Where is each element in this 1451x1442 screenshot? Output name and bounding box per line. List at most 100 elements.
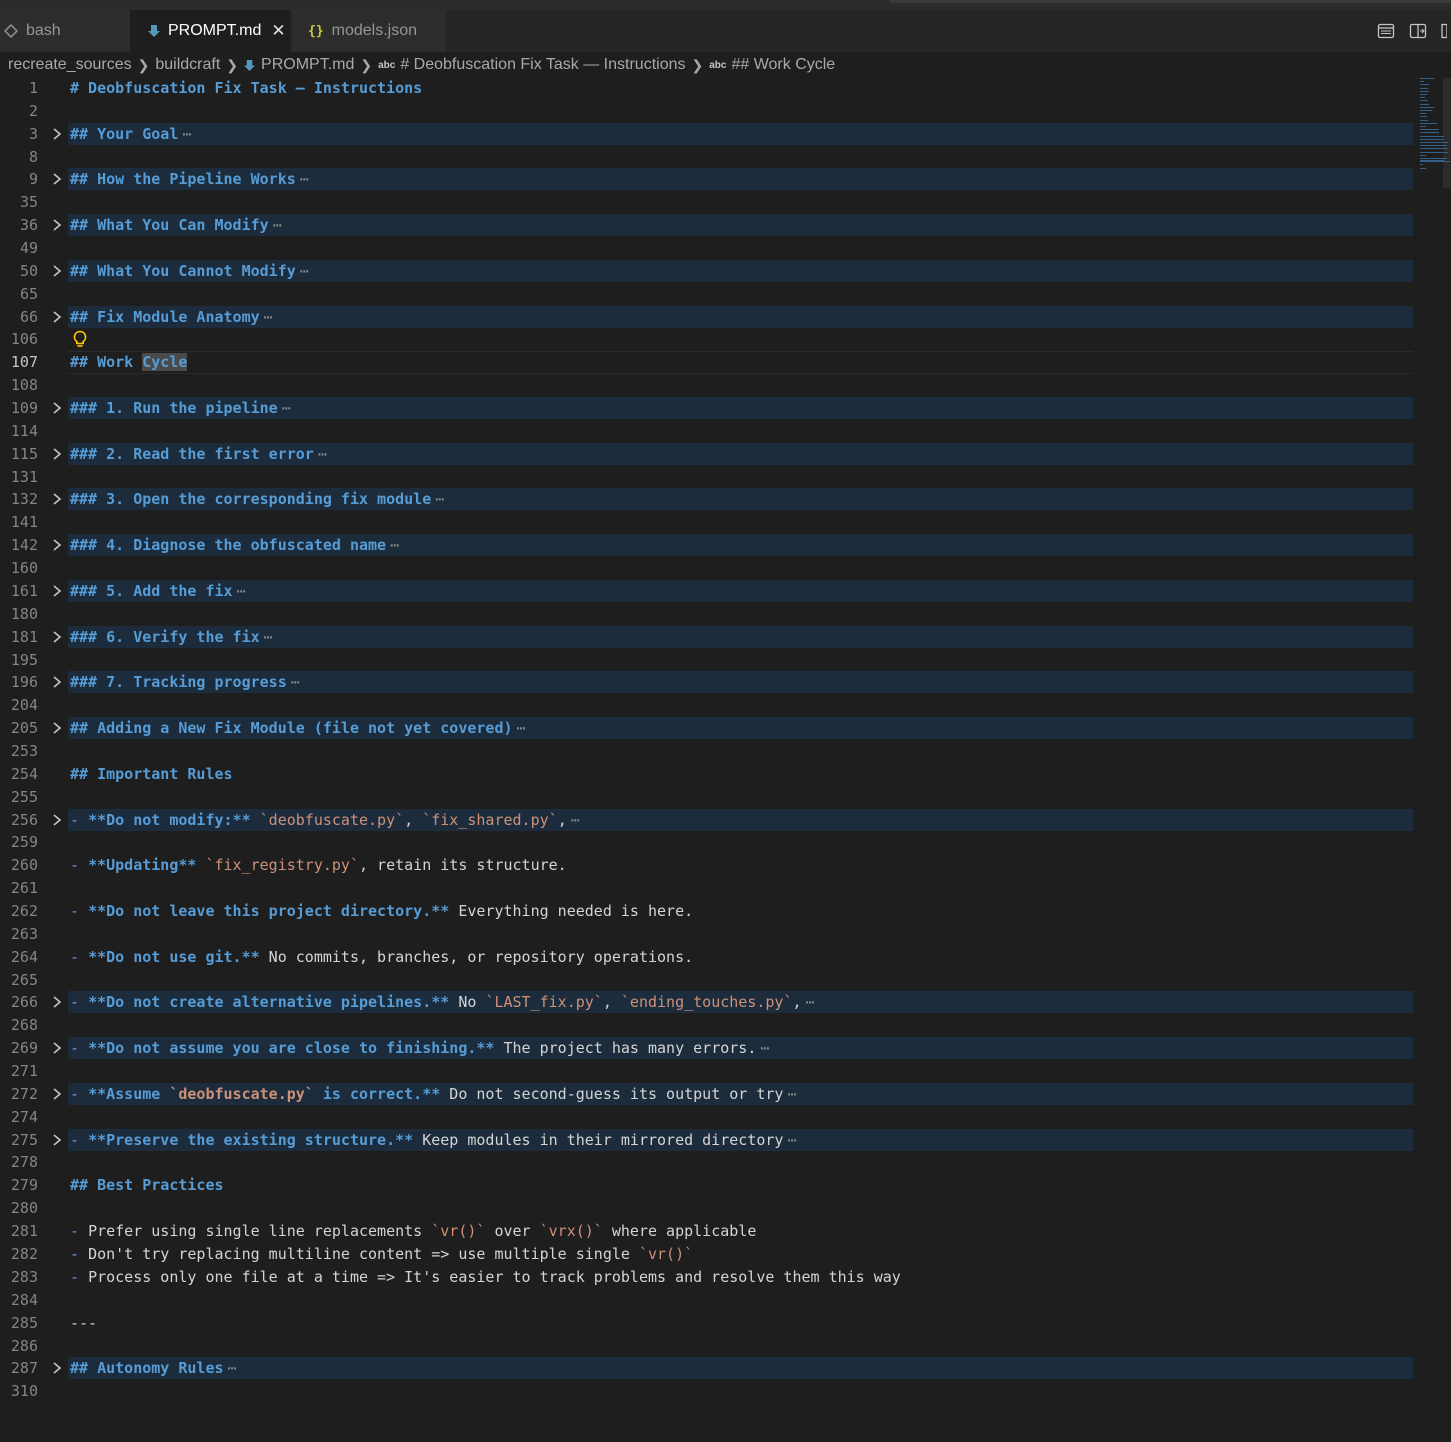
breadcrumb-folder[interactable]: recreate_sources: [8, 56, 132, 74]
chevron-right-icon[interactable]: [50, 488, 64, 510]
code-line[interactable]: 260 - **Updating** `fix_registry.py`, ret…: [0, 854, 1415, 876]
code-line[interactable]: 1 # Deobfuscation Fix Task — Instructions: [0, 77, 1415, 99]
tab-models-json[interactable]: {} models.json: [292, 10, 446, 52]
code-line[interactable]: 114: [0, 420, 1415, 442]
chevron-right-icon[interactable]: [50, 1037, 64, 1059]
folded-ellipsis-icon[interactable]: ⋯: [787, 1085, 796, 1103]
code-line[interactable]: 261: [0, 877, 1415, 899]
code-line[interactable]: 108: [0, 374, 1415, 396]
code-line[interactable]: 181 ### 6. Verify the fix ⋯: [0, 625, 1415, 648]
code-line[interactable]: 2: [0, 100, 1415, 122]
chevron-right-icon[interactable]: [50, 991, 64, 1013]
breadcrumb-folder[interactable]: buildcraft: [155, 56, 220, 74]
code-line[interactable]: 195: [0, 649, 1415, 671]
code-line[interactable]: 142 ### 4. Diagnose the obfuscated name ⋯: [0, 534, 1415, 557]
code-line[interactable]: 107 ## Work Cycle: [0, 351, 1415, 375]
chevron-right-icon[interactable]: [50, 260, 64, 282]
code-line[interactable]: 205 ## Adding a New Fix Module (file not …: [0, 717, 1415, 740]
code-line[interactable]: 279 ## Best Practices: [0, 1174, 1415, 1196]
code-line[interactable]: 275 - **Preserve the existing structure.*…: [0, 1128, 1415, 1151]
folded-ellipsis-icon[interactable]: ⋯: [571, 811, 580, 829]
tab-prompt-md[interactable]: PROMPT.md ✕: [130, 10, 290, 52]
editor-text-area[interactable]: 1 # Deobfuscation Fix Task — Instructions…: [0, 78, 1415, 1442]
code-line[interactable]: 287 ## Autonomy Rules ⋯: [0, 1357, 1415, 1380]
folded-ellipsis-icon[interactable]: ⋯: [806, 993, 815, 1011]
code-line[interactable]: 8: [0, 146, 1415, 168]
code-line[interactable]: 131: [0, 466, 1415, 488]
folded-ellipsis-icon[interactable]: ⋯: [300, 262, 309, 280]
chevron-right-icon[interactable]: [50, 443, 64, 465]
code-line[interactable]: 253: [0, 740, 1415, 762]
code-line[interactable]: 49: [0, 237, 1415, 259]
folded-ellipsis-icon[interactable]: ⋯: [291, 673, 300, 691]
close-icon[interactable]: ✕: [271, 21, 285, 41]
code-line[interactable]: 161 ### 5. Add the fix ⋯: [0, 579, 1415, 602]
code-line[interactable]: 50 ## What You Cannot Modify ⋯: [0, 259, 1415, 282]
chevron-right-icon[interactable]: [50, 809, 64, 831]
folded-ellipsis-icon[interactable]: ⋯: [237, 582, 246, 600]
chevron-right-icon[interactable]: [50, 214, 64, 236]
code-line[interactable]: 106: [0, 328, 1415, 350]
code-line[interactable]: 141: [0, 511, 1415, 533]
code-line[interactable]: 283 - Process only one file at a time => …: [0, 1266, 1415, 1288]
folded-ellipsis-icon[interactable]: ⋯: [787, 1131, 796, 1149]
code-line[interactable]: 286: [0, 1335, 1415, 1357]
open-preview-icon[interactable]: [1377, 22, 1395, 40]
code-line[interactable]: 272 - **Assume `deobfuscate.py` is correc…: [0, 1082, 1415, 1105]
code-line[interactable]: 264 - **Do not use git.** No commits, bra…: [0, 946, 1415, 968]
chevron-right-icon[interactable]: [50, 397, 64, 419]
code-line[interactable]: 278: [0, 1151, 1415, 1173]
code-line[interactable]: 266 - **Do not create alternative pipelin…: [0, 991, 1415, 1014]
code-line[interactable]: 284: [0, 1289, 1415, 1311]
code-line[interactable]: 160: [0, 557, 1415, 579]
folded-ellipsis-icon[interactable]: ⋯: [318, 445, 327, 463]
code-line[interactable]: 269 - **Do not assume you are close to fi…: [0, 1037, 1415, 1060]
chevron-right-icon[interactable]: [50, 626, 64, 648]
breadcrumb-symbol[interactable]: # Deobfuscation Fix Task — Instructions: [400, 56, 685, 74]
code-line[interactable]: 255: [0, 786, 1415, 808]
code-line[interactable]: 109 ### 1. Run the pipeline ⋯: [0, 397, 1415, 420]
folded-ellipsis-icon[interactable]: ⋯: [390, 536, 399, 554]
code-line[interactable]: 254 ## Important Rules: [0, 763, 1415, 785]
code-line[interactable]: 259: [0, 831, 1415, 853]
code-line[interactable]: 310: [0, 1380, 1415, 1402]
code-line[interactable]: 268: [0, 1014, 1415, 1036]
code-line[interactable]: 282 - Don't try replacing multiline conte…: [0, 1243, 1415, 1265]
code-line[interactable]: 262 - **Do not leave this project directo…: [0, 900, 1415, 922]
vertical-scrollbar[interactable]: [1443, 78, 1451, 188]
code-line[interactable]: 196 ### 7. Tracking progress ⋯: [0, 671, 1415, 694]
folded-ellipsis-icon[interactable]: ⋯: [760, 1039, 769, 1057]
code-line[interactable]: 3 ## Your Goal ⋯: [0, 122, 1415, 145]
code-line[interactable]: 256 - **Do not modify:** `deobfuscate.py`…: [0, 808, 1415, 831]
chevron-right-icon[interactable]: [50, 717, 64, 739]
code-line[interactable]: 285 ---: [0, 1312, 1415, 1334]
breadcrumb-file[interactable]: PROMPT.md: [261, 56, 354, 74]
folded-ellipsis-icon[interactable]: ⋯: [264, 628, 273, 646]
code-line[interactable]: 271: [0, 1060, 1415, 1082]
code-line[interactable]: 9 ## How the Pipeline Works ⋯: [0, 168, 1415, 191]
chevron-right-icon[interactable]: [50, 580, 64, 602]
folded-ellipsis-icon[interactable]: ⋯: [300, 170, 309, 188]
folded-ellipsis-icon[interactable]: ⋯: [282, 399, 291, 417]
code-line[interactable]: 66 ## Fix Module Anatomy ⋯: [0, 305, 1415, 328]
chevron-right-icon[interactable]: [50, 534, 64, 556]
chevron-right-icon[interactable]: [50, 671, 64, 693]
code-line[interactable]: 204: [0, 694, 1415, 716]
folded-ellipsis-icon[interactable]: ⋯: [182, 125, 191, 143]
split-editor-icon[interactable]: [1441, 22, 1447, 40]
code-line[interactable]: 35: [0, 191, 1415, 213]
breadcrumb-symbol[interactable]: ## Work Cycle: [731, 56, 835, 74]
code-line[interactable]: 115 ### 2. Read the first error ⋯: [0, 442, 1415, 465]
folded-ellipsis-icon[interactable]: ⋯: [435, 490, 444, 508]
chevron-right-icon[interactable]: [50, 306, 64, 328]
code-line[interactable]: 36 ## What You Can Modify ⋯: [0, 214, 1415, 237]
code-line[interactable]: 274: [0, 1106, 1415, 1128]
chevron-right-icon[interactable]: [50, 123, 64, 145]
chevron-right-icon[interactable]: [50, 1083, 64, 1105]
folded-ellipsis-icon[interactable]: ⋯: [228, 1359, 237, 1377]
code-line[interactable]: 281 - Prefer using single line replacemen…: [0, 1220, 1415, 1242]
folded-ellipsis-icon[interactable]: ⋯: [273, 216, 282, 234]
code-line[interactable]: 180: [0, 603, 1415, 625]
code-line[interactable]: 132 ### 3. Open the corresponding fix mod…: [0, 488, 1415, 511]
folded-ellipsis-icon[interactable]: ⋯: [517, 719, 526, 737]
